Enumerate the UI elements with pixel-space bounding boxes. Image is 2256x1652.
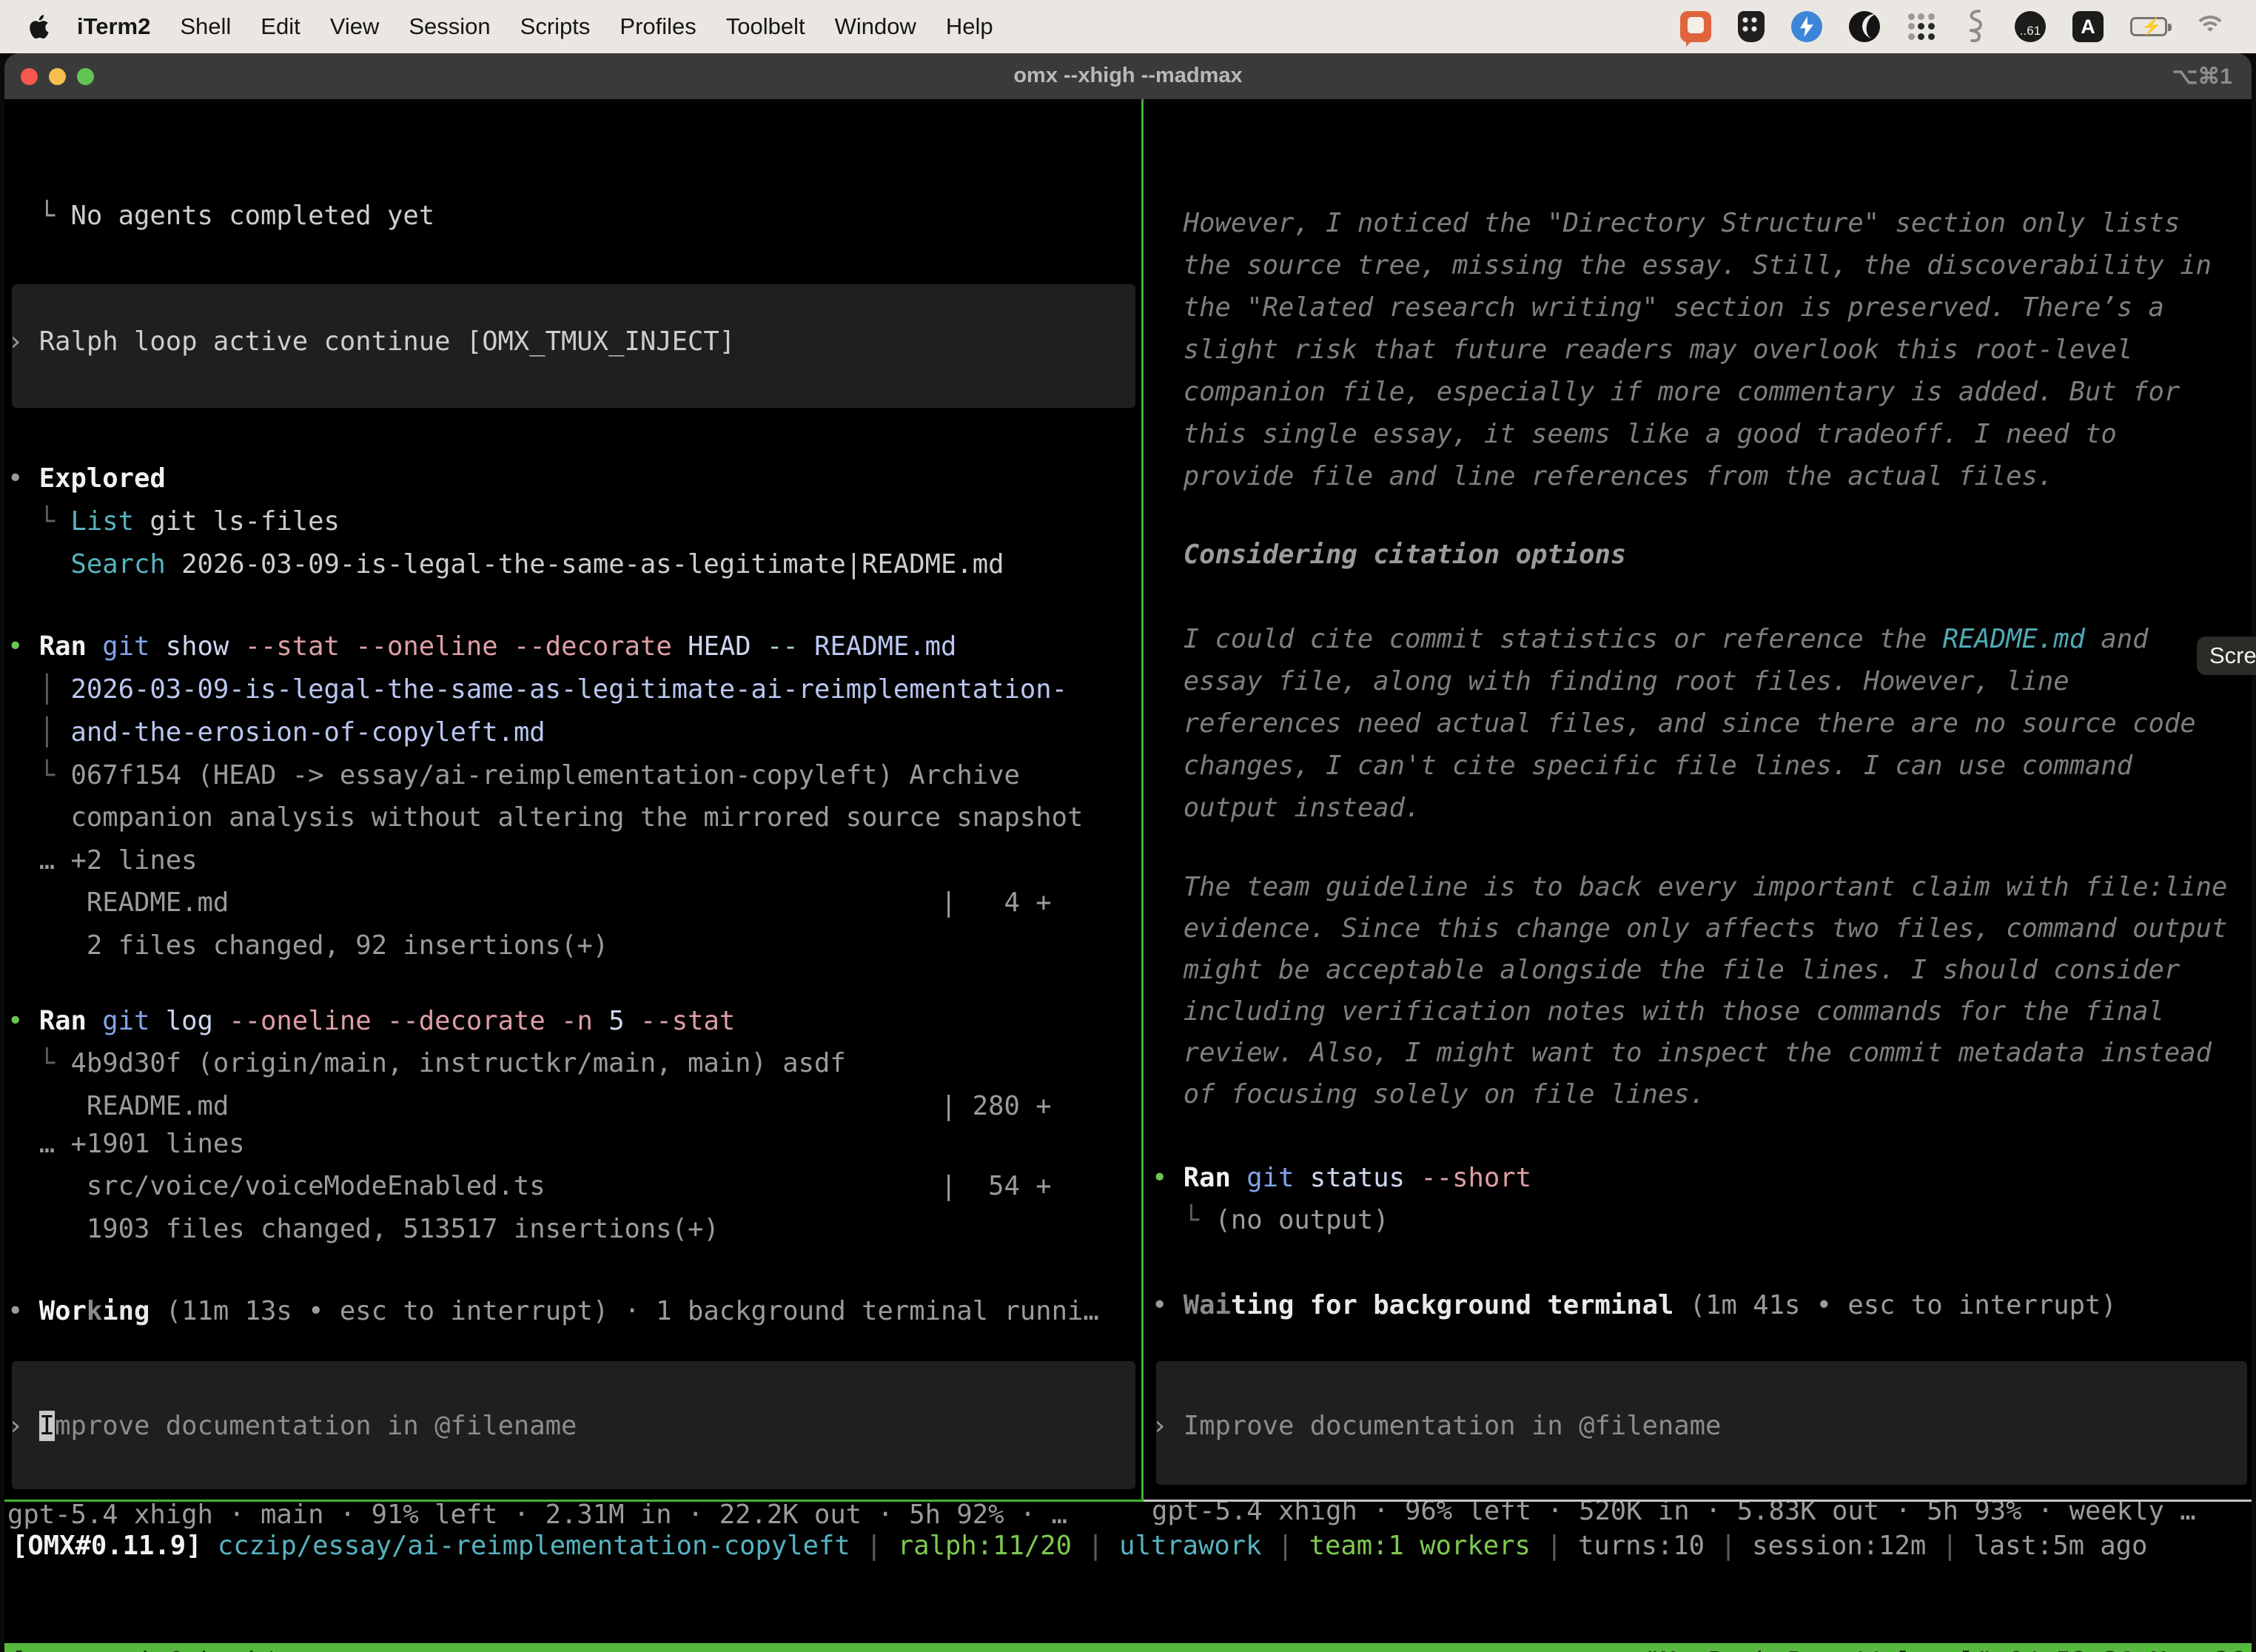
terminal-line: of focusing solely on file lines. <box>1152 1078 1705 1111</box>
terminal-line: might be acceptable alongside the file l… <box>1152 954 2180 987</box>
terminal-line: provide file and line references from th… <box>1152 460 2053 493</box>
menu-item-view[interactable]: View <box>315 13 395 40</box>
chat-bubble-icon[interactable] <box>1680 11 1711 42</box>
terminal-line: └ No agents completed yet <box>7 200 434 232</box>
menu-status-icons: ..61 A ⚡ <box>1680 8 2256 46</box>
terminal-line: • Ran git log --oneline --decorate -n 5 … <box>7 1005 735 1038</box>
terminal-line: Search 2026-03-09-is-legal-the-same-as-l… <box>7 548 1004 581</box>
terminal-line: › Improve documentation in @filename <box>7 1410 577 1443</box>
terminal-line: 2 files changed, 92 insertions(+) <box>7 930 608 962</box>
terminal-line: • Explored <box>7 463 166 495</box>
terminal-line: companion analysis without altering the … <box>7 802 1083 834</box>
menu-item-session[interactable]: Session <box>394 13 505 40</box>
terminal-line: README.md | 4 + <box>7 887 1052 919</box>
terminal-content: └ No agents completed yet › Ralph loop ac… <box>4 99 2252 1652</box>
terminal-line: the source tree, missing the essay. Stil… <box>1152 249 2212 282</box>
terminal-line: │ and-the-erosion-of-copyleft.md <box>7 716 545 749</box>
menu-item-scripts[interactable]: Scripts <box>506 13 605 40</box>
terminal-line: │ 2026-03-09-is-legal-the-same-as-legiti… <box>7 674 1067 706</box>
menu-items: iTerm2ShellEditViewSessionScriptsProfile… <box>0 13 1008 40</box>
window-title-bar[interactable]: omx --xhigh --madmax ⌥⌘1 <box>4 53 2252 99</box>
moon-crescent-icon[interactable] <box>1849 11 1880 42</box>
terminal-line: references need actual files, and since … <box>1152 708 2196 740</box>
omx-global-status-line: [OMX#0.11.9] cczip/essay/ai-reimplementa… <box>12 1531 2147 1561</box>
terminal-line: › Ralph loop active continue [OMX_TMUX_I… <box>7 326 735 358</box>
terminal-line: the "Related research writing" section i… <box>1152 292 2164 324</box>
terminal-line: └ 067f154 (HEAD -> essay/ai-reimplementa… <box>7 759 1020 792</box>
battery-charging-icon[interactable]: ⚡ <box>2130 17 2167 36</box>
terminal-line: Considering citation options <box>1152 539 1626 571</box>
menu-item-profiles[interactable]: Profiles <box>605 13 711 40</box>
terminal-line: including verification notes with those … <box>1152 995 2164 1028</box>
terminal-line: changes, I can't cite specific file line… <box>1152 750 2132 782</box>
terminal-line: slight risk that future readers may over… <box>1152 334 2132 366</box>
blue-zap-badge-icon[interactable] <box>1791 11 1822 42</box>
terminal-line: The team guideline is to back every impo… <box>1152 871 2227 904</box>
terminal-line: evidence. Since this change only affects… <box>1152 913 2227 945</box>
window-shortcut-badge: ⌥⌘1 <box>2172 64 2232 90</box>
badge-61-icon[interactable]: ..61 <box>2015 11 2046 42</box>
terminal-line: • Waiting for background terminal (1m 41… <box>1152 1289 2117 1322</box>
terminal-line: └ List git ls-files <box>7 506 340 538</box>
terminal-line: • Ran git show --stat --oneline --decora… <box>7 631 956 663</box>
tooltip-label: Scre <box>2209 642 2256 669</box>
terminal-line: review. Also, I might want to inspect th… <box>1152 1037 2212 1070</box>
squiggle-icon[interactable] <box>1963 8 1988 46</box>
tmux-host-clock: "MacBook-Pro-44.local" 04:52 31-Mar-26 <box>1645 1647 2246 1652</box>
terminal-line: └ (no output) <box>1152 1204 1389 1237</box>
right-terminal-pane[interactable]: However, I noticed the "Directory Struct… <box>1152 99 2252 1501</box>
menu-item-edit[interactable]: Edit <box>246 13 315 40</box>
terminal-line: this single essay, it seems like a good … <box>1152 418 2117 451</box>
letter-a-icon[interactable]: A <box>2072 11 2104 42</box>
macos-menu-bar: iTerm2ShellEditViewSessionScriptsProfile… <box>0 0 2256 53</box>
left-terminal-pane[interactable]: └ No agents completed yet › Ralph loop ac… <box>7 99 1140 1501</box>
terminal-line: gpt-5.4 xhigh · main · 91% left · 2.31M … <box>7 1499 1067 1531</box>
terminal-line: companion file, especially if more comme… <box>1152 376 2180 409</box>
menu-item-shell[interactable]: Shell <box>165 13 246 40</box>
shield-grid-icon[interactable] <box>1738 11 1765 42</box>
terminal-line: However, I noticed the "Directory Struct… <box>1152 207 2180 240</box>
terminal-line: … +2 lines <box>7 845 197 877</box>
right-pane-bottom-border <box>1144 1500 2252 1502</box>
menu-item-toolbelt[interactable]: Toolbelt <box>711 13 820 40</box>
terminal-line: › Improve documentation in @filename <box>1152 1410 1721 1443</box>
terminal-line: … +1901 lines <box>7 1128 245 1161</box>
tmux-session-window[interactable]: [omx-cczip0:bash* <box>10 1647 279 1652</box>
tmux-status-bar: [omx-cczip0:bash* "MacBook-Pro-44.local"… <box>4 1643 2252 1652</box>
terminal-line: src/voice/voiceModeEnabled.ts | 54 + <box>7 1170 1052 1203</box>
tmux-pane-divider[interactable] <box>1141 99 1144 1501</box>
dots-grid-icon[interactable] <box>1907 12 1936 41</box>
terminal-line: 1903 files changed, 513517 insertions(+) <box>7 1213 719 1246</box>
terminal-line: └ 4b9d30f (origin/main, instructkr/main,… <box>7 1047 846 1080</box>
terminal-line: output instead. <box>1152 792 1420 825</box>
terminal-line: • Ran git status --short <box>1152 1162 1531 1195</box>
apple-logo-icon[interactable] <box>30 13 52 40</box>
terminal-line: essay file, along with finding root file… <box>1152 665 2069 698</box>
wifi-icon[interactable] <box>2194 14 2226 39</box>
screen-share-tooltip: Scre <box>2197 637 2256 675</box>
terminal-line: README.md | 280 + <box>7 1090 1052 1123</box>
menu-item-window[interactable]: Window <box>820 13 931 40</box>
terminal-line: I could cite commit statistics or refere… <box>1152 623 2149 656</box>
iterm2-window: omx --xhigh --madmax ⌥⌘1 └ No agents com… <box>4 53 2252 1652</box>
menu-item-help[interactable]: Help <box>931 13 1008 40</box>
terminal-line: • Working (11m 13s • esc to interrupt) ·… <box>7 1295 1099 1328</box>
window-title: omx --xhigh --madmax <box>4 64 2252 88</box>
menu-item-iterm2[interactable]: iTerm2 <box>62 13 165 40</box>
left-pane-bottom-border <box>4 1500 1144 1502</box>
